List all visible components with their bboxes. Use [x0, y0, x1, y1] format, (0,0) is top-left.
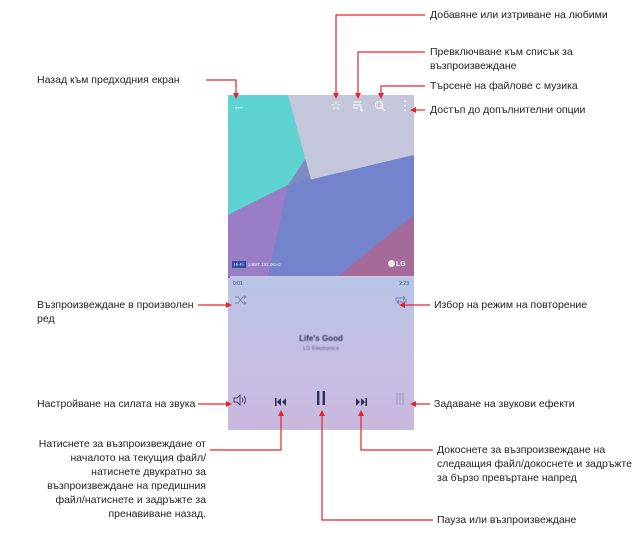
label-repeat: Избор на режим на повторение [434, 299, 588, 311]
label-back: Назад към предходния екран [37, 74, 180, 86]
label-effects: Задаване на звукови ефекти [434, 398, 575, 410]
label-playlist: Превключване към списък за възпроизвежда… [430, 46, 573, 72]
label-next: Докоснете за възпроизвеждане на следващи… [437, 444, 632, 484]
label-pause: Пауза или възпроизвеждане [437, 514, 577, 526]
label-search: Търсене на файлове с музика [430, 80, 578, 92]
label-favorites: Добавяне или изтриване на любими [430, 9, 608, 21]
label-options: Достъп до допълнителни опции [430, 104, 586, 116]
label-volume: Настройване на силата на звука [37, 398, 196, 410]
label-previous: Натиснете за възпроизвеждане от началото… [38, 438, 206, 520]
label-shuffle: Възпроизвеждане в произволен ред [37, 299, 194, 325]
